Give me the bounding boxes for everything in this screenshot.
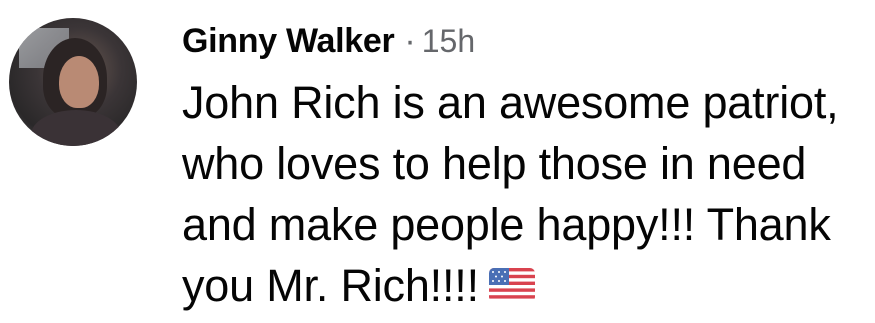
avatar[interactable]: [9, 18, 137, 146]
comment-text: John Rich is an awesome patriot, who lov…: [182, 72, 872, 316]
comment-text-line: and make people happy!!! Thank: [182, 199, 831, 250]
comment-header: Ginny Walker · 15h: [182, 22, 475, 70]
us-flag-icon: [488, 268, 535, 303]
comment-text-line: you Mr. Rich!!!!: [182, 260, 479, 311]
avatar-shoulder: [31, 110, 121, 146]
comment: Ginny Walker · 15h John Rich is an aweso…: [0, 0, 875, 323]
comment-text-line: who loves to help those in need: [182, 138, 807, 189]
author-name[interactable]: Ginny Walker: [182, 22, 395, 61]
avatar-face: [59, 56, 99, 108]
separator-dot: ·: [404, 22, 416, 60]
comment-text-line-last: you Mr. Rich!!!!: [182, 255, 872, 316]
comment-text-line: John Rich is an awesome patriot,: [182, 77, 839, 128]
timestamp[interactable]: 15h: [422, 23, 475, 60]
